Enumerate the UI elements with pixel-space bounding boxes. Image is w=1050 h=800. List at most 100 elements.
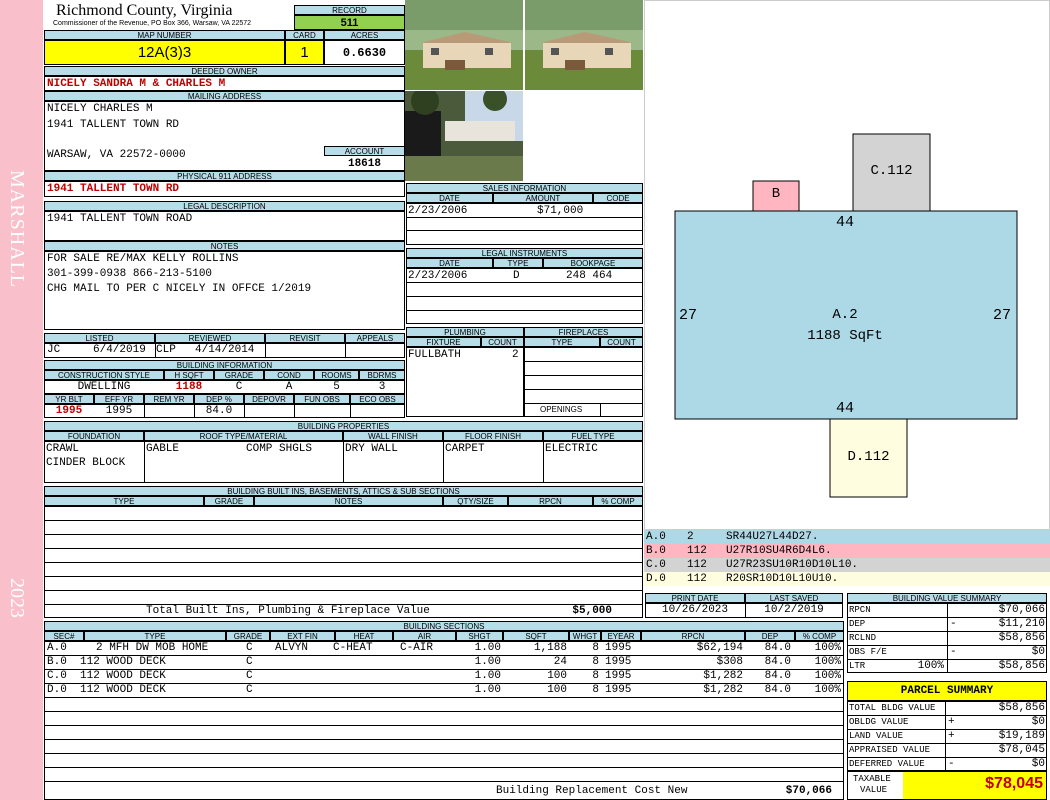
properties-label: BUILDING PROPERTIES [44,421,643,431]
table-row-whgt: 8 [592,670,599,682]
bt-col-grade: GRADE [204,496,254,506]
sketch-a-area: 1188 SqFt [807,328,883,344]
bi-col-funobs: FUN OBS [294,394,350,404]
bt-col-qty: QTY/SIZE [443,496,508,506]
sales-col-amount: AMOUNT [493,193,593,203]
bi-dep: 84.0 [205,405,233,417]
table-row-sqft: 100 [547,684,567,696]
revisit-label: REVISIT [265,333,345,343]
table-row-type: 112 WOOD DECK [80,656,166,668]
ps-appraised: $78,045 [998,744,1045,756]
table-row-eyear: 1995 [605,656,632,668]
table-row-comp: 100% [814,670,841,682]
account-label: ACCOUNT [324,146,405,156]
bi-col-dep: DEP % [194,394,244,404]
bt-col-notes: NOTES [254,496,443,506]
card-label: CARD [285,30,324,40]
taxable-label-1: TAXABLE [853,774,891,784]
legend-code: 112 [687,573,707,585]
table-row-shgt: 1.00 [474,642,501,654]
deeded-owner-value: NICELY SANDRA M & CHARLES M [47,78,226,90]
physical-address-value: 1941 TALLENT TOWN RD [47,183,180,195]
sketch-label-left: 27 [679,307,698,324]
bi-col-rooms: ROOMS [314,370,359,380]
bi-effyr: 1995 [105,405,133,417]
sec-col-type: TYPE [84,631,226,641]
legend-path: SR44U27L44D27. [726,531,819,543]
record-value: 511 [294,15,405,30]
reviewed-date: 4/14/2014 [195,344,255,356]
table-row-whgt: 8 [592,642,599,654]
account-value: 18618 [347,158,381,170]
sales-col-date: DATE [406,193,493,203]
parcel-summary-label: PARCEL SUMMARY [847,681,1047,701]
legend-sec: B.0 [646,545,666,557]
legal-instr-label: LEGAL INSTRUMENTS [406,248,643,258]
table-row-comp: 100% [814,642,841,654]
sec-col-whgt: WHGT [569,631,601,641]
table-row-rpcn: $62,194 [696,642,743,654]
ps-deferred-label: DEFERRED VALUE [849,759,925,769]
table-row-grade: C [246,642,253,654]
legend-sec: A.0 [646,531,666,543]
taxable-value: $78,045 [985,775,1043,792]
property-photo-3 [405,91,523,181]
sketch-d-label: D.112 [847,449,890,465]
li-col-bookpage: BOOKPAGE [543,258,643,268]
sec-col-sqft: SQFT [503,631,569,641]
bi-rooms: 5 [333,381,340,393]
vs-rclnd: $58,856 [998,632,1045,644]
wall-finish: DRY WALL [345,443,398,455]
commissioner-line: Commissioner of the Revenue, PO Box 366,… [53,20,252,27]
building-info-label: BUILDING INFORMATION [44,360,405,370]
notes-line-2: 301-399-0938 866-213-5100 [47,268,213,280]
table-row-heat: C-HEAT [333,642,373,654]
legend-code: 112 [687,545,707,557]
ps-bldg: $58,856 [998,702,1045,714]
table-row-sqft: 1,188 [533,642,567,654]
legend-path: R20SR10D10L10U10. [726,573,839,585]
sketch-c-label: C.112 [870,163,913,179]
taxable-label-2: VALUE [860,785,888,795]
print-date-value: 10/26/2023 [661,604,728,616]
bi-yrblt: 1995 [55,405,83,417]
sections-label: BUILDING SECTIONS [44,621,844,631]
prop-col-foundation: FOUNDATION [44,431,144,441]
table-row-sqft: 24 [553,656,567,668]
sec-col-extfin: EXT FIN [270,631,335,641]
table-row-dep: 84.0 [764,684,791,696]
vs-rclnd-label: RCLND [849,633,877,643]
prop-col-wall: WALL FINISH [343,431,443,441]
plumbing-col-count: COUNT [481,337,524,347]
sketch-label-bottom: 44 [836,400,855,417]
table-row-rpcn: $1,282 [703,684,743,696]
legal-description-value: 1941 TALLENT TOWN ROAD [47,213,193,225]
sales-label: SALES INFORMATION [406,183,643,193]
table-row-grade: C [246,656,253,668]
table-row-type: 112 WOOD DECK [80,684,166,696]
ps-obldg-sign: + [948,716,955,728]
vs-dep: $11,210 [998,618,1045,630]
property-photo-2 [525,0,643,90]
prop-col-roof: ROOF TYPE/MATERIAL [144,431,343,441]
fireplaces-label: FIREPLACES [524,327,643,337]
bi-col-bdrms: BDRMS [359,370,405,380]
bi-style: DWELLING [77,381,131,393]
last-saved-value: 10/2/2019 [764,604,824,616]
li-col-date: DATE [406,258,493,268]
ps-land: $19,189 [998,730,1045,742]
ps-obldg: $0 [1031,716,1045,728]
bi-col-grade: GRADE [214,370,264,380]
vs-obs: $0 [1031,646,1045,658]
ps-obldg-label: OBLDG VALUE [849,717,909,727]
table-row-dep: 84.0 [764,656,791,668]
last-saved-label: LAST SAVED [745,593,843,603]
legend-code: 2 [687,531,694,543]
sec-col-shgt: SHGT [456,631,503,641]
vs-rpcn-label: RPCN [849,605,871,615]
print-date-label: PRINT DATE [645,593,745,603]
property-photo-1 [405,0,523,90]
table-row-air: C-AIR [400,642,434,654]
fuel-type: ELECTRIC [545,443,598,455]
legal-description-label: LEGAL DESCRIPTION [44,201,405,211]
